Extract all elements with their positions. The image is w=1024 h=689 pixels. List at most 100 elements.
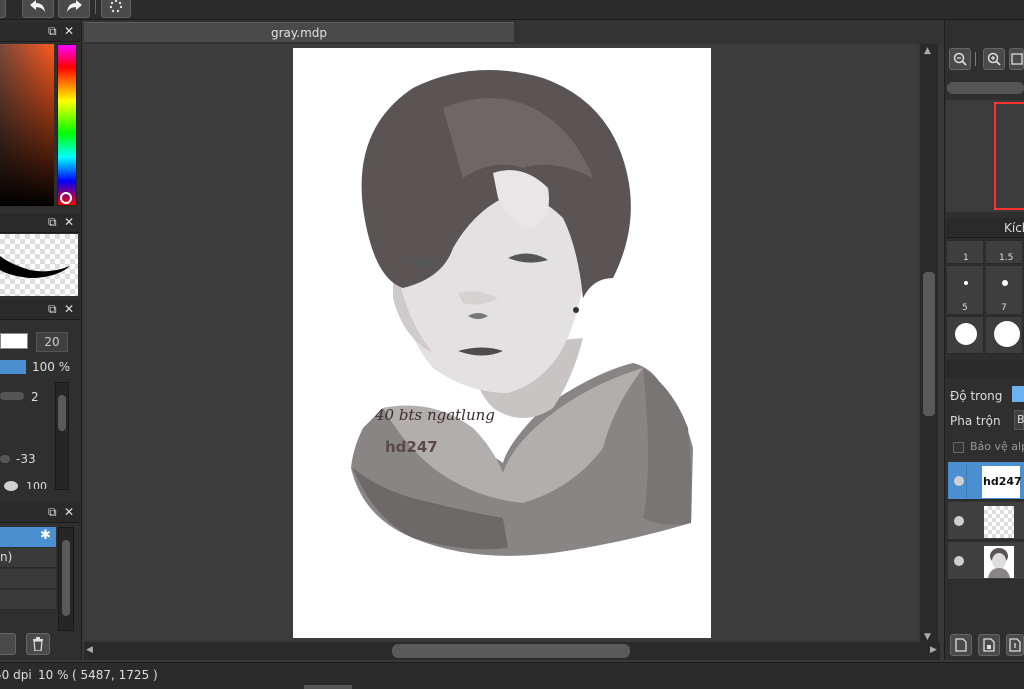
popout-icon[interactable]: ⧉: [48, 506, 57, 518]
canvas-paper[interactable]: 40 bts ngatlung hd247: [293, 48, 711, 638]
layer-item[interactable]: [948, 542, 1024, 580]
popout-icon[interactable]: ⧉: [48, 216, 57, 228]
delete-button[interactable]: [26, 633, 50, 655]
brush-size-label: 1: [963, 253, 969, 263]
slider-track-b[interactable]: [0, 455, 10, 463]
brush-size-cell[interactable]: 5: [946, 265, 984, 315]
brush-size-header-label: Kích: [1004, 221, 1024, 235]
scroll-right-arrow-icon[interactable]: ▶: [930, 645, 937, 655]
navigator-preview[interactable]: [946, 100, 1024, 212]
brush-dot-icon: [964, 281, 968, 285]
zoom-in-icon: [987, 52, 1001, 66]
scrollbar-thumb[interactable]: [392, 644, 630, 658]
canvas-vertical-scrollbar[interactable]: ▲ ▼: [920, 44, 938, 644]
undo-arrow-icon: [30, 0, 45, 12]
document-tab[interactable]: gray.mdp: [84, 22, 514, 42]
close-icon[interactable]: ✕: [64, 303, 74, 315]
list-item[interactable]: [0, 569, 56, 589]
portrait-thumb-icon: [988, 548, 1010, 578]
popout-icon[interactable]: ⧉: [48, 303, 57, 315]
slider-value-a: 2: [31, 390, 39, 404]
list-item[interactable]: n): [0, 548, 56, 568]
scroll-up-arrow-icon[interactable]: ▲: [924, 46, 931, 56]
lock-page-icon: [983, 638, 995, 652]
brush-color-swatch[interactable]: [0, 333, 28, 349]
brush-size-label: 7: [1001, 303, 1007, 313]
brush-size-label: 1.5: [999, 253, 1014, 263]
close-icon[interactable]: ✕: [64, 216, 74, 228]
zoom-out-icon: [953, 52, 967, 66]
new-folder-button[interactable]: [978, 634, 1000, 656]
canvas-horizontal-scrollbar[interactable]: ◀ ▶: [84, 642, 940, 660]
slider-value-c: 100: [26, 480, 47, 489]
brush-size-cell[interactable]: [946, 316, 984, 354]
list-item[interactable]: [0, 590, 56, 610]
close-icon[interactable]: ✕: [64, 25, 74, 37]
gear-icon[interactable]: ✱: [40, 528, 51, 543]
layer-thumbnail-portrait: [984, 546, 1014, 578]
top-toolbar: [0, 0, 1024, 20]
fit-screen-icon: [1010, 53, 1023, 65]
scrollbar-thumb[interactable]: [62, 540, 70, 616]
new-layer-button[interactable]: [950, 634, 972, 656]
zoom-out-button[interactable]: [949, 48, 971, 70]
settings-scrollbar[interactable]: [55, 382, 69, 490]
list-item-selected[interactable]: ✱: [0, 527, 56, 547]
undo-button[interactable]: [22, 0, 54, 18]
fit-view-button[interactable]: [1009, 48, 1024, 70]
layer-panel-header: [946, 360, 1024, 378]
zoom-in-button[interactable]: [983, 48, 1005, 70]
protect-alpha-checkbox[interactable]: [953, 442, 964, 453]
duplicate-layer-button[interactable]: [1006, 634, 1024, 656]
hue-selector-ring[interactable]: [60, 192, 72, 204]
brush-size-cell[interactable]: [985, 316, 1023, 354]
eye-visibility-icon[interactable]: [954, 556, 964, 566]
navigator-viewport-rect[interactable]: [994, 102, 1024, 210]
brush-dot-icon: [994, 321, 1020, 347]
toolbar-separator: [95, 0, 96, 14]
brush-preview-header: ⧉ ✕: [0, 213, 80, 233]
tool-button-partial[interactable]: [0, 0, 6, 18]
app-window: ⧉ ✕ ⧉ ✕ ⧉ ✕ 20 100 % 2 -33 100 ⧉ ✕ ✱ n): [0, 0, 1024, 689]
brush-size-cell[interactable]: 7: [985, 265, 1023, 315]
brush-size-cell[interactable]: 1.5: [985, 240, 1023, 264]
layer-thumbnail-transparent: [984, 506, 1014, 538]
popout-icon[interactable]: ⧉: [48, 25, 57, 37]
navigator-slider[interactable]: [947, 82, 1024, 94]
canvas-viewport[interactable]: 40 bts ngatlung hd247: [84, 44, 918, 640]
brush-dot-icon: [955, 323, 977, 345]
brush-size-field[interactable]: 20: [36, 332, 68, 352]
blend-mode-select[interactable]: B: [1014, 410, 1024, 430]
layer-item[interactable]: [948, 502, 1024, 540]
status-bar: 50 dpi 10 % ( 5487, 1725 ): [0, 662, 1024, 689]
layer-opacity-slider[interactable]: [1012, 386, 1024, 402]
opacity-slider-fill[interactable]: [0, 360, 26, 374]
duplicate-button[interactable]: [0, 633, 16, 655]
color-saturation-box[interactable]: [0, 44, 54, 206]
slider-track-a[interactable]: [0, 392, 24, 400]
scroll-left-arrow-icon[interactable]: ◀: [86, 645, 93, 655]
scroll-down-arrow-icon[interactable]: ▼: [924, 632, 931, 642]
redo-button[interactable]: [58, 0, 90, 18]
list-scrollbar[interactable]: [58, 527, 74, 631]
list-item-label: n): [0, 550, 13, 564]
eye-visibility-icon[interactable]: [954, 476, 964, 486]
close-icon[interactable]: ✕: [64, 506, 74, 518]
layer-item[interactable]: hd247: [948, 462, 1024, 500]
new-page-icon: [955, 638, 967, 652]
status-dpi: 50 dpi: [0, 668, 32, 682]
brush-size-header: Kích: [946, 218, 1024, 238]
status-zoom: 10 %: [38, 668, 69, 682]
blend-label: Pha trộn: [950, 414, 1001, 428]
transform-button[interactable]: [101, 0, 131, 18]
watermark-text: hd247: [385, 438, 438, 456]
hue-slider[interactable]: [57, 44, 77, 206]
layer-thumb-text: hd247: [983, 475, 1022, 488]
scrollbar-thumb[interactable]: [58, 395, 66, 431]
eye-visibility-icon[interactable]: [954, 516, 964, 526]
slider-knob-c[interactable]: [4, 481, 18, 491]
slider-value-b: -33: [16, 452, 36, 466]
scrollbar-thumb[interactable]: [923, 272, 935, 416]
brush-dot-icon: [1002, 280, 1008, 286]
brush-size-cell[interactable]: 1: [946, 240, 984, 264]
